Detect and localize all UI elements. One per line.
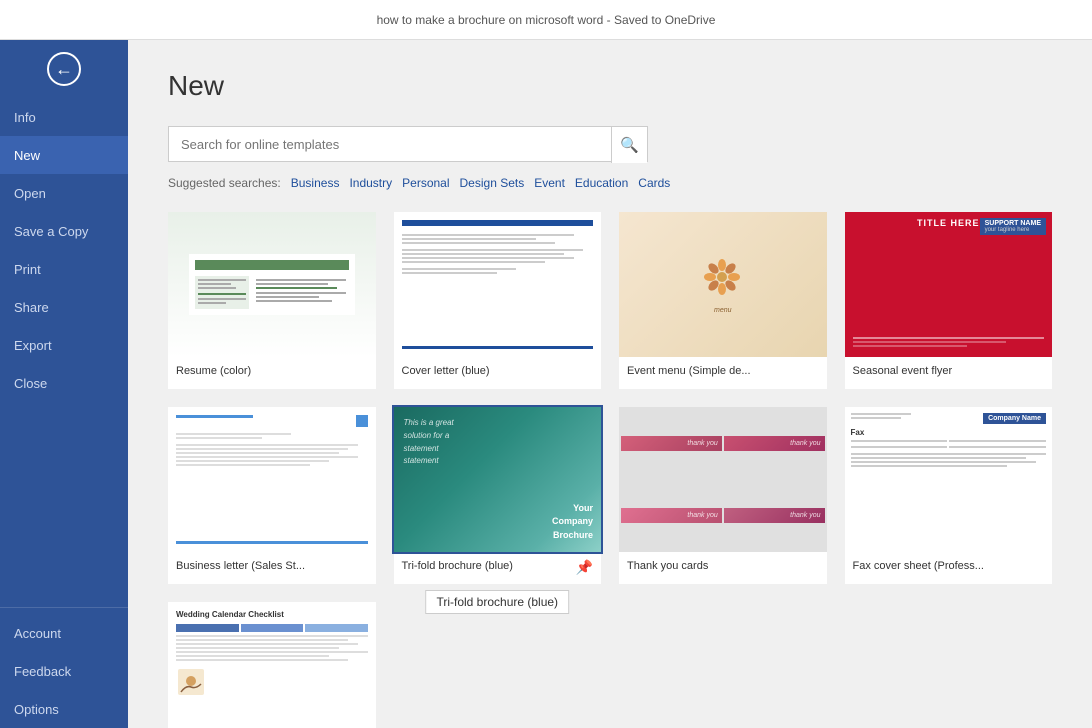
sidebar-bottom: Account Feedback Options bbox=[0, 601, 128, 728]
sidebar-item-info[interactable]: Info bbox=[0, 98, 128, 136]
back-circle-icon: ← bbox=[47, 52, 81, 86]
template-thumb-calendar-checklist: Wedding Calendar Checklist bbox=[168, 602, 376, 728]
main-layout: ← Info New Open Save a Copy Print Share … bbox=[0, 40, 1092, 728]
search-icon: 🔍 bbox=[620, 136, 639, 154]
template-thumb-seasonal-flyer: TITLE HERE SUPPORT NAME your tagline her… bbox=[845, 212, 1053, 357]
template-thumb-fax-cover: Company Name Fax bbox=[845, 407, 1053, 552]
search-input[interactable] bbox=[169, 127, 611, 161]
sidebar-item-feedback[interactable]: Feedback bbox=[0, 652, 128, 690]
suggested-label: Suggested searches: bbox=[168, 176, 281, 190]
sidebar: ← Info New Open Save a Copy Print Share … bbox=[0, 40, 128, 728]
title-bar-text: how to make a brochure on microsoft word… bbox=[377, 13, 716, 27]
suggested-link-event[interactable]: Event bbox=[534, 176, 565, 190]
template-thumb-business-letter bbox=[168, 407, 376, 552]
search-row: 🔍 bbox=[168, 126, 1052, 162]
template-label-resume: Resume (color) bbox=[168, 357, 376, 389]
calendar-image-icon bbox=[176, 667, 206, 697]
sidebar-item-print[interactable]: Print bbox=[0, 250, 128, 288]
title-bar: how to make a brochure on microsoft word… bbox=[0, 0, 1092, 40]
sidebar-item-options[interactable]: Options bbox=[0, 690, 128, 728]
suggested-searches-row: Suggested searches: Business Industry Pe… bbox=[168, 176, 1052, 190]
template-label-event-menu: Event menu (Simple de... bbox=[619, 357, 827, 389]
pin-icon: 📌 bbox=[576, 559, 593, 576]
back-button[interactable]: ← bbox=[0, 40, 128, 98]
sidebar-item-close[interactable]: Close bbox=[0, 364, 128, 402]
sidebar-item-save-copy[interactable]: Save a Copy bbox=[0, 212, 128, 250]
suggested-link-personal[interactable]: Personal bbox=[402, 176, 449, 190]
template-label-fax-cover: Fax cover sheet (Profess... bbox=[845, 552, 1053, 584]
flower-icon bbox=[700, 255, 745, 300]
template-card-event-menu[interactable]: menu Event menu (Simple de... bbox=[619, 212, 827, 389]
template-label-business-letter: Business letter (Sales St... bbox=[168, 552, 376, 584]
template-card-cover-letter[interactable]: Cover letter (blue) bbox=[394, 212, 602, 389]
template-thumb-trifold-brochure: Your Company Brochure This is a greatsol… bbox=[394, 407, 602, 552]
template-card-seasonal-flyer[interactable]: TITLE HERE SUPPORT NAME your tagline her… bbox=[845, 212, 1053, 389]
search-box: 🔍 bbox=[168, 126, 648, 162]
suggested-link-business[interactable]: Business bbox=[291, 176, 340, 190]
template-thumb-cover-letter bbox=[394, 212, 602, 357]
trifold-tooltip: Tri-fold brochure (blue) bbox=[425, 590, 569, 614]
template-card-resume[interactable]: Resume (color) bbox=[168, 212, 376, 389]
page-title: New bbox=[168, 70, 1052, 102]
templates-grid: Resume (color) Cover letter (bl bbox=[168, 212, 1052, 728]
sidebar-item-new[interactable]: New bbox=[0, 136, 128, 174]
suggested-link-industry[interactable]: Industry bbox=[349, 176, 392, 190]
template-thumb-event-menu: menu bbox=[619, 212, 827, 357]
sidebar-item-share[interactable]: Share bbox=[0, 288, 128, 326]
template-card-trifold-brochure[interactable]: Your Company Brochure This is a greatsol… bbox=[394, 407, 602, 584]
suggested-link-education[interactable]: Education bbox=[575, 176, 628, 190]
template-label-thank-you: Thank you cards bbox=[619, 552, 827, 584]
sidebar-divider bbox=[0, 607, 128, 608]
sidebar-item-account[interactable]: Account bbox=[0, 614, 128, 652]
template-card-business-letter[interactable]: Business letter (Sales St... bbox=[168, 407, 376, 584]
sidebar-item-open[interactable]: Open bbox=[0, 174, 128, 212]
template-label-cover-letter: Cover letter (blue) bbox=[394, 357, 602, 389]
template-thumb-thank-you: thank you thank you thank you thank you bbox=[619, 407, 827, 552]
sidebar-item-export[interactable]: Export bbox=[0, 326, 128, 364]
suggested-link-cards[interactable]: Cards bbox=[638, 176, 670, 190]
content-area: New 🔍 Suggested searches: Business Indus… bbox=[128, 40, 1092, 728]
search-button[interactable]: 🔍 bbox=[611, 127, 647, 163]
template-thumb-resume bbox=[168, 212, 376, 357]
template-label-seasonal-flyer: Seasonal event flyer bbox=[845, 357, 1053, 389]
template-card-thank-you[interactable]: thank you thank you thank you thank you … bbox=[619, 407, 827, 584]
template-card-calendar-checklist[interactable]: Wedding Calendar Checklist bbox=[168, 602, 376, 728]
suggested-link-design-sets[interactable]: Design Sets bbox=[460, 176, 525, 190]
template-card-fax-cover[interactable]: Company Name Fax Fax cover shee bbox=[845, 407, 1053, 584]
template-label-trifold-brochure: Tri-fold brochure (blue) 📌 bbox=[394, 552, 602, 584]
